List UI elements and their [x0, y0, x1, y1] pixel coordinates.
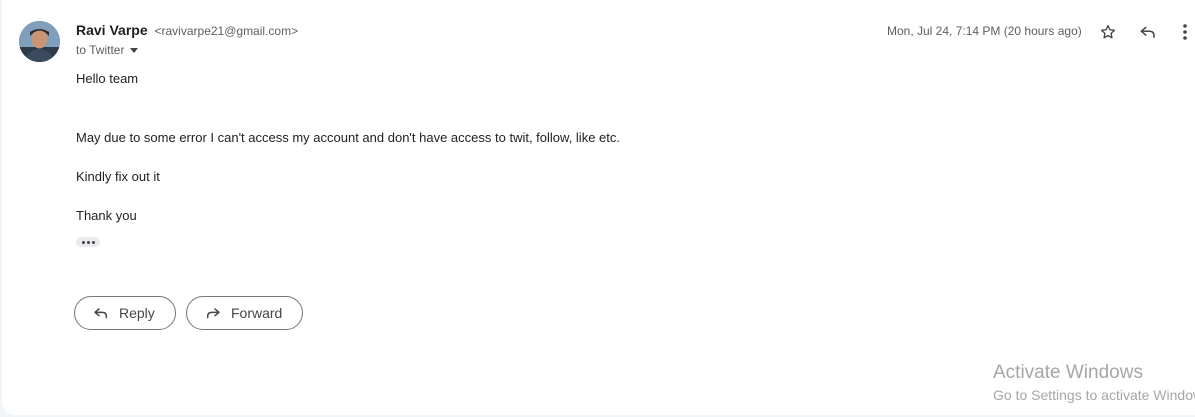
message-date: Mon, Jul 24, 7:14 PM (20 hours ago) [887, 24, 1082, 38]
ellipsis-icon [81, 240, 85, 244]
avatar[interactable] [19, 21, 60, 62]
sender-name[interactable]: Ravi Varpe [76, 22, 148, 38]
show-trimmed-content-button[interactable] [76, 237, 100, 247]
forward-icon [206, 308, 220, 319]
activate-windows-title: Activate Windows [993, 362, 1143, 383]
email-message-card: Ravi Varpe <ravivarpe21@gmail.com> to Tw… [2, 0, 1195, 415]
star-button[interactable] [1096, 20, 1120, 44]
star-icon [1100, 24, 1116, 39]
forward-button[interactable]: Forward [186, 296, 304, 330]
sender-email: <ravivarpe21@gmail.com> [154, 24, 299, 38]
message-paragraph: Kindly fix out it [76, 169, 160, 184]
message-paragraph: May due to some error I can't access my … [76, 130, 620, 145]
sender-info: Ravi Varpe <ravivarpe21@gmail.com> [76, 22, 298, 38]
more-vert-icon [1183, 24, 1187, 40]
reply-button-label: Reply [119, 305, 155, 321]
more-options-button[interactable] [1175, 20, 1195, 44]
forward-button-label: Forward [231, 305, 283, 321]
ellipsis-icon [86, 240, 90, 244]
message-greeting: Hello team [76, 71, 139, 86]
reply-button[interactable]: Reply [74, 296, 176, 330]
ellipsis-icon [91, 240, 95, 244]
activate-windows-subtitle: Go to Settings to activate Windows. [993, 387, 1195, 403]
chevron-down-icon[interactable] [130, 48, 139, 53]
reply-icon [94, 308, 108, 319]
recipient-details-toggle[interactable]: to Twitter [76, 43, 139, 57]
reply-icon [1140, 26, 1155, 38]
message-closing: Thank you [76, 208, 137, 223]
reply-icon-button[interactable] [1136, 20, 1160, 44]
recipient-line: to Twitter [76, 43, 125, 57]
